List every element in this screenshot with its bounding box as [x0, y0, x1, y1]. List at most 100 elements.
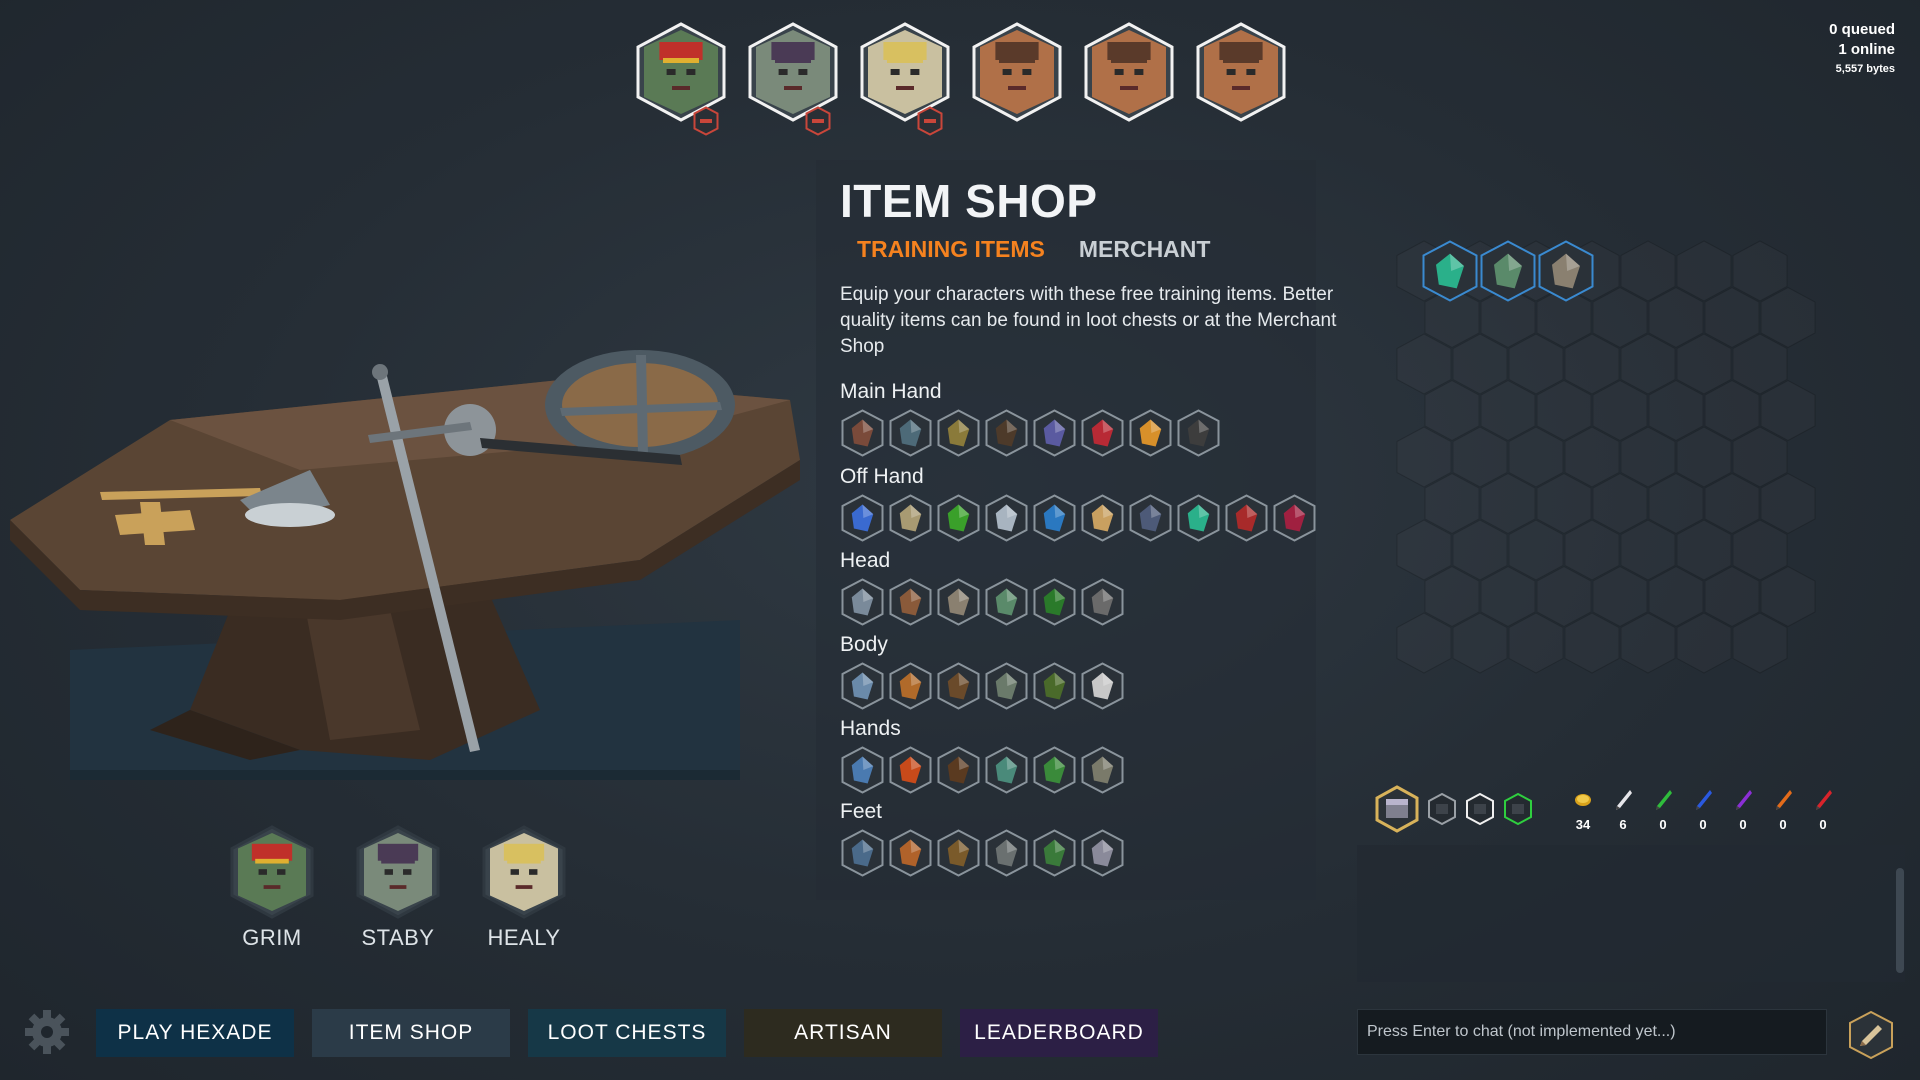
party-slot-5[interactable] [1084, 22, 1174, 122]
party-slot-3[interactable] [860, 22, 950, 136]
green-quill-icon [1656, 790, 1672, 810]
vortex-icon[interactable] [1033, 494, 1076, 542]
axe-icon[interactable] [841, 409, 884, 457]
leaf-armor-icon[interactable] [1033, 662, 1076, 710]
gem-helm-icon[interactable] [985, 578, 1028, 626]
red-blade-icon[interactable] [1225, 494, 1268, 542]
cloth-boots-icon[interactable] [841, 829, 884, 877]
nature-boots-icon[interactable] [1033, 829, 1076, 877]
chat-input[interactable] [1357, 1009, 1827, 1055]
bomb-icon[interactable] [1129, 494, 1172, 542]
currency-green-quill: 0 [1650, 788, 1676, 832]
category-label-head: Head [840, 549, 891, 572]
currency-gold-coin: 34 [1570, 788, 1596, 832]
spartan-helm-icon[interactable] [937, 578, 980, 626]
chat-send-icon[interactable] [1848, 1010, 1894, 1060]
dagger-icon[interactable] [1033, 409, 1076, 457]
hero-name: HEALY [487, 925, 561, 950]
studded-boots-icon[interactable] [937, 829, 980, 877]
play-hexade-button[interactable]: PLAY HEXADE [96, 1009, 294, 1057]
remove-member-icon[interactable] [917, 106, 943, 136]
healy-portrait-icon [482, 825, 566, 919]
hood-icon[interactable] [1033, 578, 1076, 626]
item-row-hands [841, 746, 1124, 794]
white-quill-icon [1616, 790, 1632, 810]
rare-chest-icon[interactable] [1465, 792, 1495, 826]
leaderboard-button[interactable]: LEADERBOARD [960, 1009, 1158, 1057]
equipped-items [1422, 240, 1594, 302]
tab-training-items[interactable]: TRAINING ITEMS [857, 236, 1045, 263]
fire-gloves-icon[interactable] [889, 746, 932, 794]
plate-gauntlets-icon[interactable] [1081, 746, 1124, 794]
chain-boots-icon[interactable] [985, 829, 1028, 877]
party-slot-6[interactable] [1196, 22, 1286, 122]
empty-slot-portrait-icon [1084, 22, 1174, 122]
chest-bar [1375, 785, 1533, 833]
artisan-button[interactable]: ARTISAN [744, 1009, 942, 1057]
crystal-icon[interactable] [985, 494, 1028, 542]
gear-icon[interactable] [22, 1007, 72, 1057]
tab-merchant[interactable]: MERCHANT [1079, 236, 1211, 263]
chat-log [1357, 845, 1905, 982]
potion-icon[interactable] [1273, 494, 1316, 542]
leather-gloves-icon[interactable] [937, 746, 980, 794]
hero-name: GRIM [242, 925, 302, 950]
spear-icon[interactable] [937, 409, 980, 457]
common-chest-icon[interactable] [1427, 792, 1457, 826]
plate-armor-icon[interactable] [1081, 662, 1124, 710]
currency-white-quill: 6 [1610, 788, 1636, 832]
hat-icon[interactable] [841, 578, 884, 626]
knight-helm-icon[interactable] [1081, 578, 1124, 626]
currency-red-quill: 0 [1810, 788, 1836, 832]
category-label-hands: Hands [840, 717, 901, 740]
chainmail-icon[interactable] [985, 662, 1028, 710]
category-label-off-hand: Off Hand [840, 465, 924, 488]
emerald-icon[interactable] [1177, 494, 1220, 542]
currency-blue-quill: 0 [1690, 788, 1716, 832]
mace-icon[interactable] [1177, 409, 1220, 457]
gem-gauntlets-icon[interactable] [985, 746, 1028, 794]
currency-amount: 0 [1819, 817, 1827, 832]
character-roster: GRIM STABY HEALY [230, 825, 566, 951]
item-table-scene [10, 350, 800, 780]
party-slot-2[interactable] [748, 22, 838, 136]
party-slot-4[interactable] [972, 22, 1062, 122]
roster-hero-grim[interactable]: GRIM [230, 825, 314, 951]
emerald-chest-icon[interactable] [1503, 792, 1533, 826]
scepter-icon[interactable] [1129, 409, 1172, 457]
studded-armor-icon[interactable] [937, 662, 980, 710]
roster-hero-healy[interactable]: HEALY [482, 825, 566, 951]
spellbook-icon[interactable] [1081, 409, 1124, 457]
green-orb-icon[interactable] [937, 494, 980, 542]
emerald-icon[interactable] [1422, 240, 1478, 302]
item-shop-button[interactable]: ITEM SHOP [312, 1009, 510, 1057]
remove-member-icon[interactable] [693, 106, 719, 136]
bytes-count: 5,557 bytes [1835, 63, 1895, 75]
leather-boots-icon[interactable] [889, 829, 932, 877]
purple-quill-icon [1736, 790, 1752, 810]
plate-boots-icon[interactable] [1081, 829, 1124, 877]
currency-amount: 0 [1779, 817, 1787, 832]
round-shield-icon[interactable] [841, 494, 884, 542]
leather-vest-icon[interactable] [889, 662, 932, 710]
currency-bar: 34 6 0 0 0 0 0 [1570, 788, 1836, 832]
cloth-robe-icon[interactable] [841, 662, 884, 710]
hatchet-icon[interactable] [889, 409, 932, 457]
staby-portrait-icon [356, 825, 440, 919]
remove-member-icon[interactable] [805, 106, 831, 136]
nature-gloves-icon[interactable] [1033, 746, 1076, 794]
gem-helm-icon[interactable] [1480, 240, 1536, 302]
currency-amount: 0 [1659, 817, 1667, 832]
skull-icon[interactable] [1081, 494, 1124, 542]
party-slot-1[interactable] [636, 22, 726, 136]
scroll-icon[interactable] [889, 494, 932, 542]
loot-chests-button[interactable]: LOOT CHESTS [528, 1009, 726, 1057]
roster-hero-staby[interactable]: STABY [356, 825, 440, 951]
bow-icon[interactable] [985, 409, 1028, 457]
cloth-gloves-icon[interactable] [841, 746, 884, 794]
leather-cap-icon[interactable] [889, 578, 932, 626]
loot-chest-icon[interactable] [1375, 785, 1419, 833]
page-title: ITEM SHOP [840, 175, 1098, 227]
chat-scrollbar[interactable] [1896, 868, 1904, 973]
spartan-helm-icon[interactable] [1538, 240, 1594, 302]
